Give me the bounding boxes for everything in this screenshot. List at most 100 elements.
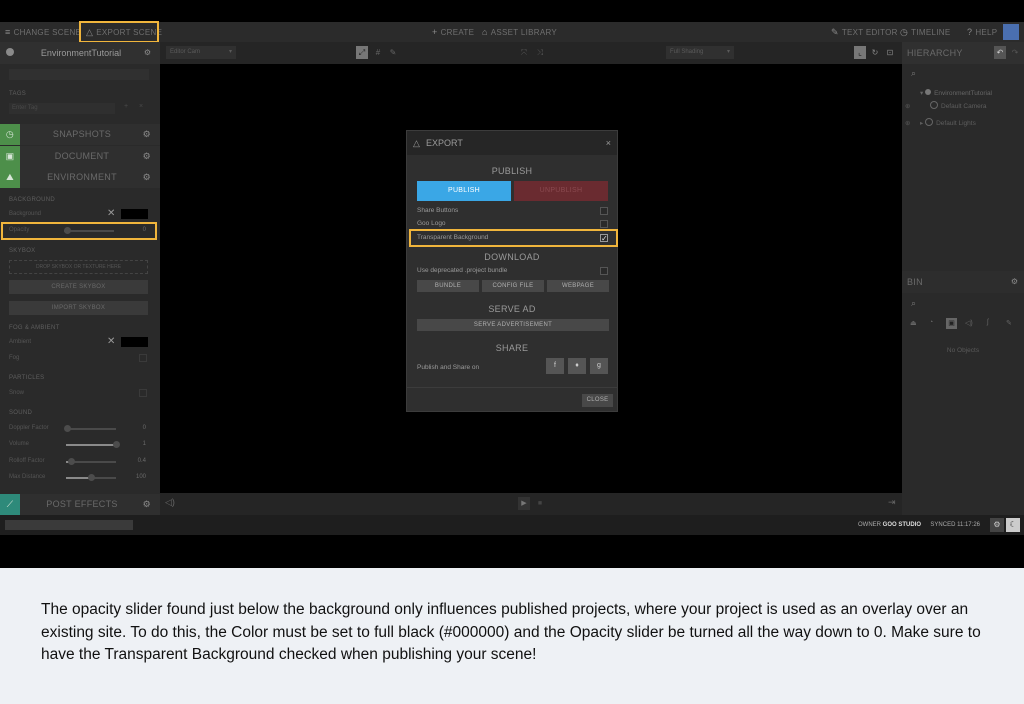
gear-icon[interactable]: ⚙ bbox=[143, 494, 151, 515]
help-icon: ? bbox=[967, 27, 973, 37]
fog-checkbox[interactable] bbox=[139, 354, 147, 362]
visibility-icon[interactable]: ⊕ bbox=[905, 119, 910, 127]
snapshots-section[interactable]: ◷ SNAPSHOTS ⚙ bbox=[0, 124, 160, 145]
opacity-value[interactable]: 0 bbox=[143, 227, 146, 233]
bin-filter-entity-icon[interactable]: ◔ bbox=[929, 319, 933, 326]
right-panel: HIERARCHY ↶ ↷ ⌕ ▾ EnvironmentTutorial ⊕ … bbox=[902, 42, 1024, 515]
webpage-button[interactable]: WEBPAGE bbox=[547, 280, 609, 292]
snap-icon[interactable]: ⌞ bbox=[854, 46, 866, 59]
facebook-icon[interactable]: f bbox=[546, 358, 564, 374]
document-section[interactable]: ▣ DOCUMENT ⚙ bbox=[0, 146, 160, 167]
rolloff-slider[interactable] bbox=[66, 458, 116, 465]
speaker-icon[interactable]: ◁) bbox=[165, 497, 175, 508]
hamburger-icon: ≡ bbox=[5, 27, 11, 37]
play-icon[interactable]: ▶ bbox=[518, 497, 530, 510]
unpublish-button[interactable]: UNPUBLISH bbox=[514, 181, 608, 201]
volume-slider-fill bbox=[66, 444, 116, 446]
background-color-swatch[interactable] bbox=[121, 209, 148, 219]
bin-filter-edit-icon[interactable]: ✎ bbox=[1006, 319, 1012, 327]
timeline-button[interactable]: ◷ TIMELINE bbox=[900, 22, 950, 42]
hierarchy-root-item[interactable]: ▾ EnvironmentTutorial bbox=[920, 88, 1022, 100]
settings-icon[interactable]: ⚙ bbox=[990, 518, 1004, 532]
transparent-background-checkbox[interactable]: ✓ bbox=[600, 234, 608, 243]
gear-icon[interactable]: ⚙ bbox=[1011, 271, 1018, 293]
doppler-slider-knob[interactable] bbox=[64, 425, 71, 432]
bundle-button[interactable]: BUNDLE bbox=[417, 280, 479, 292]
split-view-icon[interactable]: ⤨ bbox=[534, 46, 546, 59]
environment-section[interactable]: ⛰ ENVIRONMENT ⚙ bbox=[0, 167, 160, 188]
export-icon: △ bbox=[413, 138, 420, 148]
volume-value[interactable]: 1 bbox=[143, 441, 146, 447]
gear-icon[interactable]: ⚙ bbox=[143, 124, 151, 145]
scene-search-input[interactable] bbox=[9, 69, 149, 80]
visibility-icon[interactable]: ⊕ bbox=[905, 102, 910, 110]
config-file-button[interactable]: CONFIG FILE bbox=[482, 280, 544, 292]
translate-tool-icon[interactable]: ⤢ bbox=[356, 46, 368, 59]
tag-clear-icon[interactable]: × bbox=[135, 103, 147, 114]
doppler-value[interactable]: 0 bbox=[143, 425, 146, 431]
change-scene-button[interactable]: ≡ CHANGE SCENE bbox=[5, 22, 81, 42]
redo-icon[interactable]: ↷ bbox=[1009, 46, 1021, 59]
create-skybox-button[interactable]: CREATE SKYBOX bbox=[9, 280, 148, 294]
opacity-slider-knob[interactable] bbox=[64, 227, 71, 234]
bin-search-input[interactable]: ⌕ bbox=[908, 296, 1020, 310]
bin-filter-audio-icon[interactable]: ◁) bbox=[965, 319, 973, 327]
gear-icon[interactable]: ⚙ bbox=[143, 167, 151, 188]
snow-checkbox[interactable] bbox=[139, 389, 147, 397]
doppler-slider[interactable] bbox=[64, 425, 116, 432]
publish-button[interactable]: PUBLISH bbox=[417, 181, 511, 201]
rolloff-slider-knob[interactable] bbox=[68, 458, 75, 465]
fullscreen-icon[interactable]: ⤧ bbox=[518, 46, 530, 59]
user-avatar[interactable] bbox=[1003, 24, 1019, 40]
shading-select[interactable]: Full Shading ▾ bbox=[666, 46, 734, 59]
expand-icon[interactable]: ⇥ bbox=[888, 497, 896, 508]
tag-input[interactable]: Enter Tag bbox=[9, 103, 115, 114]
twitter-icon[interactable]: ♦ bbox=[568, 358, 586, 374]
share-buttons-checkbox[interactable] bbox=[600, 207, 608, 215]
help-button[interactable]: ? HELP bbox=[967, 22, 997, 42]
hierarchy-search-input[interactable]: ⌕ bbox=[908, 66, 1020, 80]
hierarchy-lights-item[interactable]: ▸ Default Lights bbox=[920, 118, 1022, 130]
hierarchy-camera-item[interactable]: Default Camera bbox=[930, 101, 1022, 113]
max-distance-value[interactable]: 100 bbox=[136, 474, 146, 480]
opacity-slider[interactable] bbox=[64, 227, 114, 234]
refresh-icon[interactable]: ↻ bbox=[869, 46, 881, 59]
bin-filter-script-icon[interactable]: ʃ bbox=[987, 319, 989, 326]
deprecated-bundle-checkbox[interactable] bbox=[600, 267, 608, 275]
owner-name: GOO STUDIO bbox=[882, 522, 921, 528]
frame-icon[interactable]: ⊡ bbox=[884, 46, 896, 59]
export-scene-button[interactable]: △ EXPORT SCENE bbox=[79, 21, 162, 43]
create-button[interactable]: + CREATE bbox=[432, 22, 474, 42]
camera-select[interactable]: Editor Cam ▾ bbox=[166, 46, 236, 59]
close-button[interactable]: CLOSE bbox=[582, 394, 613, 407]
ambient-color-swatch[interactable] bbox=[121, 337, 148, 347]
tag-add-icon[interactable]: + bbox=[120, 103, 132, 114]
clear-color-icon[interactable]: ✕ bbox=[107, 208, 115, 219]
serve-advertisement-button[interactable]: SERVE ADVERTISEMENT bbox=[417, 319, 609, 331]
skybox-drop-zone[interactable]: DROP SKYBOX OR TEXTURE HERE bbox=[9, 260, 148, 274]
pencil-icon[interactable]: ✎ bbox=[387, 46, 399, 59]
grid-icon[interactable]: # bbox=[372, 46, 384, 59]
moon-icon[interactable]: ☾ bbox=[1006, 518, 1020, 532]
undo-icon[interactable]: ↶ bbox=[994, 46, 1006, 59]
import-skybox-button[interactable]: IMPORT SKYBOX bbox=[9, 301, 148, 315]
light-icon bbox=[925, 118, 934, 126]
post-effects-section[interactable]: ⟋ POST EFFECTS ⚙ bbox=[0, 494, 160, 515]
goo-logo-checkbox[interactable] bbox=[600, 220, 608, 228]
clear-ambient-icon[interactable]: ✕ bbox=[107, 336, 115, 347]
stop-icon[interactable]: ■ bbox=[534, 497, 546, 510]
text-editor-button[interactable]: ✎ TEXT EDITOR bbox=[831, 22, 898, 42]
bin-filter-all-icon[interactable]: ⏏ bbox=[910, 319, 917, 327]
google-plus-icon[interactable]: g bbox=[590, 358, 608, 374]
bin-filter-image-icon[interactable]: ▣ bbox=[946, 318, 957, 329]
close-icon[interactable]: × bbox=[606, 131, 611, 155]
gear-icon[interactable]: ⚙ bbox=[144, 42, 151, 64]
max-distance-slider[interactable] bbox=[66, 474, 116, 481]
bin-header: BIN ⚙ bbox=[902, 271, 1024, 293]
gear-icon[interactable]: ⚙ bbox=[143, 146, 151, 167]
rolloff-value[interactable]: 0.4 bbox=[138, 458, 146, 464]
volume-slider-knob[interactable] bbox=[113, 441, 120, 448]
asset-library-button[interactable]: ⌂ ASSET LIBRARY bbox=[482, 22, 557, 42]
max-distance-slider-knob[interactable] bbox=[88, 474, 95, 481]
volume-slider[interactable] bbox=[66, 441, 120, 448]
